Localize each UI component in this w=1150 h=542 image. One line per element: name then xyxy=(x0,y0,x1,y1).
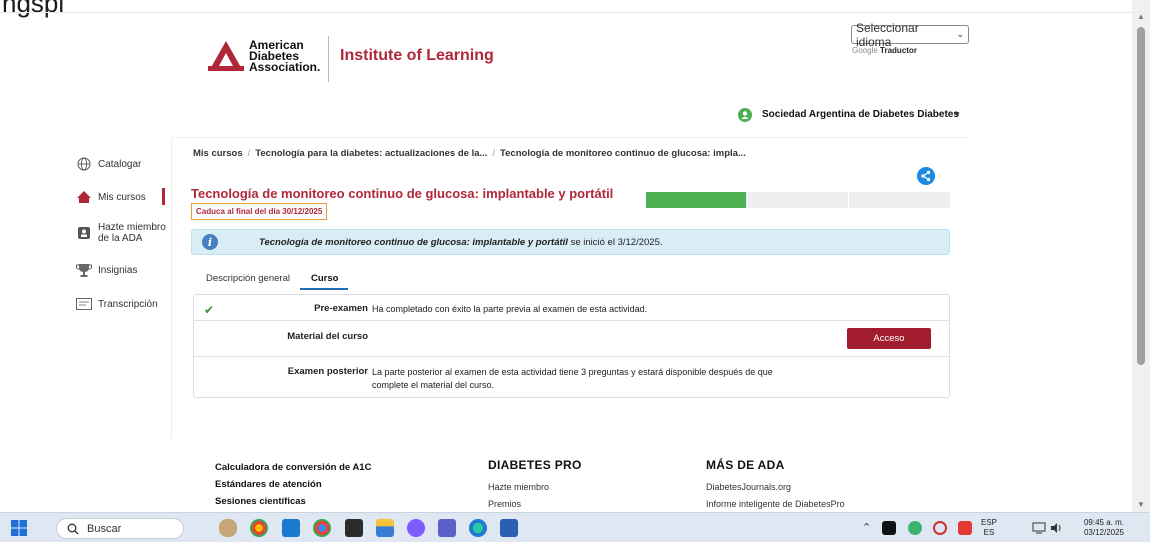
user-status-icon xyxy=(738,108,752,122)
home-icon xyxy=(76,190,92,204)
breadcrumb-my-courses[interactable]: Mis cursos xyxy=(193,148,243,159)
footer-link-sessions[interactable]: Sesiones científicas xyxy=(215,496,306,507)
tray-app-icon[interactable] xyxy=(933,521,947,535)
course-steps-table: ✔ Pre-examen Ha completado con éxito la … xyxy=(193,294,950,398)
course-title: Tecnología de monitoreo continuo de gluc… xyxy=(191,186,614,201)
chrome-icon[interactable] xyxy=(250,519,268,537)
google-translate-credit[interactable]: Google Traductor xyxy=(852,46,917,55)
footer-link-a1c[interactable]: Calculadora de conversión de A1C xyxy=(215,462,371,473)
organization-name[interactable]: Sociedad Argentina de Diabetes Diabetes xyxy=(762,109,959,120)
scroll-up-icon[interactable]: ▲ xyxy=(1137,12,1145,21)
clock[interactable]: 09:45 a. m. 03/12/2025 xyxy=(1074,518,1134,538)
tray-app-icon[interactable] xyxy=(908,521,922,535)
footer-link-awards[interactable]: Premios xyxy=(488,499,521,509)
widgets-icon[interactable] xyxy=(219,519,237,537)
sidebar-active-indicator xyxy=(162,188,165,205)
breadcrumb-current: Tecnología de monitoreo continuo de gluc… xyxy=(500,148,746,159)
ada-logo-text: American Diabetes Association. xyxy=(249,38,321,74)
top-divider xyxy=(0,12,1132,13)
tab-overview[interactable]: Descripción general xyxy=(206,273,290,284)
progress-segment-divider xyxy=(747,192,748,208)
progress-segment-divider xyxy=(848,192,849,208)
search-icon xyxy=(67,523,79,534)
transcript-icon xyxy=(76,297,92,311)
chevron-down-icon: ⌄ xyxy=(956,29,964,39)
active-tab-indicator xyxy=(300,288,348,290)
tray-app-icon[interactable] xyxy=(958,521,972,535)
course-progress-bar xyxy=(646,192,950,208)
member-card-icon xyxy=(76,226,92,240)
volume-icon[interactable] xyxy=(1050,522,1064,534)
sidebar-item-badges[interactable]: Insignias xyxy=(76,263,137,277)
breadcrumb-program[interactable]: Tecnología para la diabetes: actualizaci… xyxy=(255,148,487,159)
sidebar-item-transcript[interactable]: Transcripción xyxy=(76,297,158,311)
globe-icon xyxy=(76,157,92,171)
access-button[interactable]: Acceso xyxy=(847,328,931,349)
chrome-profile-icon[interactable] xyxy=(313,519,331,537)
taskbar-search[interactable]: Buscar xyxy=(56,518,184,539)
footer-link-smartbrief[interactable]: Informe inteligente de DiabetesPro xyxy=(706,499,845,509)
teams-icon[interactable] xyxy=(438,519,456,537)
share-button[interactable] xyxy=(917,167,935,185)
sidebar-item-membership[interactable]: Hazte miembro de la ADA xyxy=(76,222,166,244)
sidebar-item-my-courses[interactable]: Mis cursos xyxy=(76,190,146,204)
tray-app-icon[interactable] xyxy=(882,521,896,535)
row-divider xyxy=(194,356,949,357)
edge-icon[interactable] xyxy=(469,519,487,537)
info-icon: i xyxy=(202,234,218,250)
ada-logo-icon[interactable] xyxy=(208,40,244,72)
caret-down-icon[interactable]: ▾ xyxy=(955,109,960,120)
row-label: Pre-examen xyxy=(314,303,368,314)
info-alert: i Tecnología de monitoreo continuo de gl… xyxy=(191,229,950,255)
windows-start-icon[interactable] xyxy=(11,520,27,536)
camera-app-icon[interactable] xyxy=(345,519,363,537)
row-label: Examen posterior xyxy=(287,366,368,377)
row-divider xyxy=(194,320,949,321)
institute-title[interactable]: Institute of Learning xyxy=(340,47,494,65)
language-select[interactable]: Seleccionar idioma ⌄ xyxy=(851,21,969,49)
file-explorer-icon[interactable] xyxy=(376,519,394,537)
breadcrumb: Mis cursos / Tecnología para la diabetes: … xyxy=(193,148,746,159)
expiry-badge: Caduca al final del día 30/12/2025 xyxy=(191,203,328,220)
network-icon[interactable] xyxy=(1032,522,1046,534)
share-icon xyxy=(921,170,931,182)
row-description: Ha completado con éxito la parte previa … xyxy=(372,304,648,314)
check-icon: ✔ xyxy=(204,303,215,317)
app-icon[interactable] xyxy=(282,519,300,537)
footer-link-membership[interactable]: Hazte miembro xyxy=(488,482,549,492)
word-icon[interactable] xyxy=(500,519,518,537)
copilot-icon[interactable] xyxy=(407,519,425,537)
chevron-up-icon[interactable]: ⌃ xyxy=(862,521,871,534)
footer-link-standards[interactable]: Estándares de atención xyxy=(215,479,322,490)
progress-fill xyxy=(646,192,747,208)
scroll-down-icon[interactable]: ▼ xyxy=(1137,500,1145,509)
footer-link-journals[interactable]: DiabetesJournals.org xyxy=(706,482,791,492)
logo-divider xyxy=(328,36,329,82)
browser-viewport: ngspi American Diabetes Association. Ins… xyxy=(0,0,1132,512)
windows-taskbar: Buscar ⌃ ESP ES 09:45 a. m. 03/12/2025 xyxy=(0,512,1150,542)
tab-course[interactable]: Curso xyxy=(311,273,338,284)
row-label: Material del curso xyxy=(287,331,368,342)
input-language-indicator[interactable]: ESP ES xyxy=(978,518,1000,538)
cut-off-heading: ngspi xyxy=(2,0,65,18)
sidebar-item-catalog[interactable]: Catalogar xyxy=(76,157,141,171)
vertical-scrollbar[interactable]: ▲ ▼ xyxy=(1132,0,1150,512)
footer-heading-more-ada: MÁS DE ADA xyxy=(706,458,785,472)
trophy-icon xyxy=(76,263,92,277)
footer-heading-diabetes-pro: DIABETES PRO xyxy=(488,458,582,472)
row-description: La parte posterior al examen de esta act… xyxy=(372,367,773,390)
scroll-thumb[interactable] xyxy=(1137,27,1145,365)
